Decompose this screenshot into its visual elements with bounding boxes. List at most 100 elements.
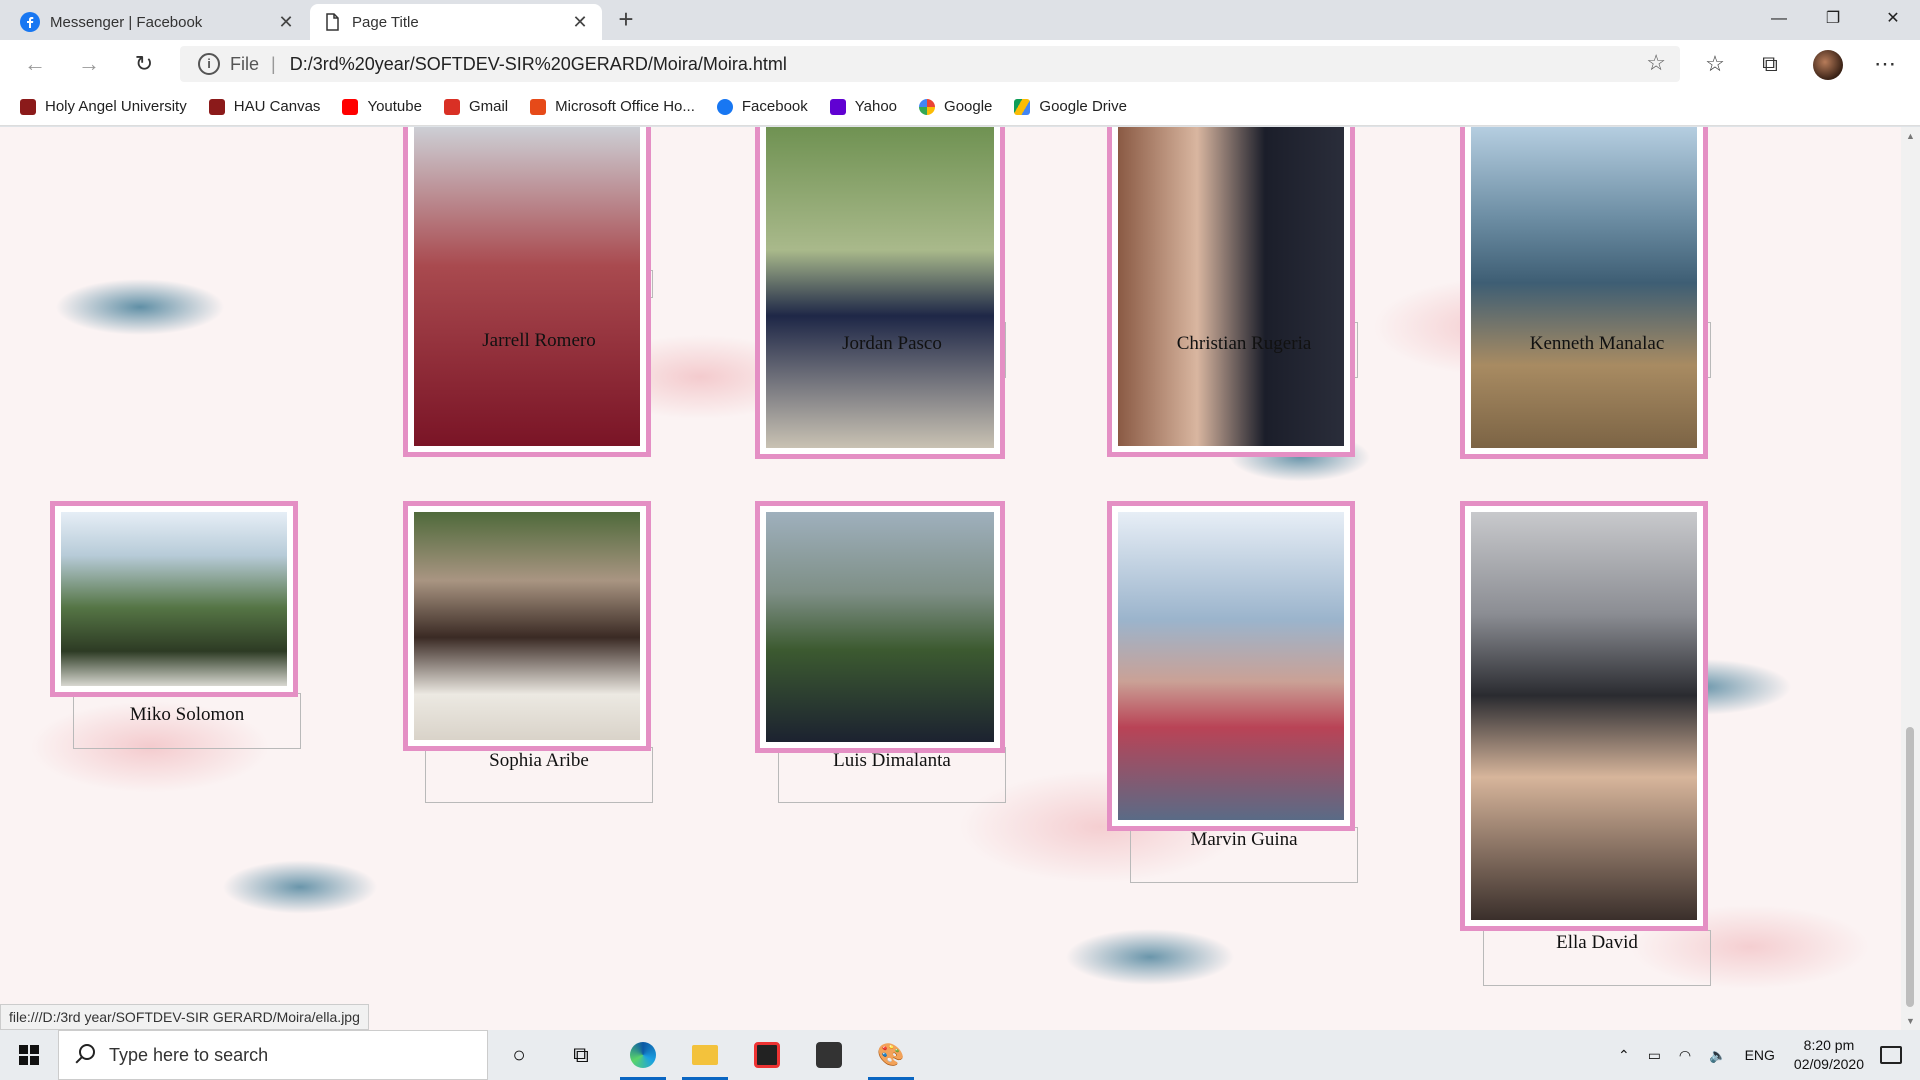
system-tray: ⌃ ▭ ◠ 🔈 ENG 8:20 pm 02/09/2020 <box>1609 1030 1920 1080</box>
google-drive-icon <box>1014 98 1031 115</box>
profile-name: Jarrell Romero <box>482 330 596 351</box>
profile-name: Jordan Pasco <box>842 333 942 354</box>
minimize-button[interactable]: — <box>1752 0 1806 38</box>
notification-icon[interactable] <box>1880 1046 1902 1064</box>
wifi-icon[interactable]: ◠ <box>1679 1047 1691 1064</box>
bookmark-label: Youtube <box>367 98 422 115</box>
task-view-icon[interactable]: ⧉ <box>550 1030 612 1080</box>
bookmark-google-drive[interactable]: Google Drive <box>1014 98 1127 115</box>
paint-icon[interactable]: 🎨 <box>860 1030 922 1080</box>
profile-photo[interactable] <box>50 501 298 697</box>
facebook-icon <box>20 12 40 32</box>
youtube-icon <box>342 98 359 115</box>
tab-strip: Messenger | Facebook ✕ Page Title ✕ + — … <box>0 0 1920 40</box>
profile-name: Luis Dimalanta <box>833 750 951 771</box>
app-icon[interactable] <box>798 1030 860 1080</box>
bookmark-yahoo[interactable]: Yahoo <box>829 98 898 115</box>
bookmark-label: Google <box>944 98 993 115</box>
search-placeholder: Type here to search <box>109 1044 269 1065</box>
start-button[interactable] <box>0 1030 58 1080</box>
profile-name: Sophia Aribe <box>489 750 589 771</box>
status-url: file:///D:/3rd year/SOFTDEV-SIR GERARD/M… <box>0 1004 369 1030</box>
battery-icon[interactable]: ▭ <box>1648 1047 1661 1064</box>
profile-name: Kenneth Manalac <box>1529 333 1665 354</box>
tab-label: Page Title <box>352 13 419 31</box>
tab-page-title[interactable]: Page Title ✕ <box>310 4 602 40</box>
profile-name: Marvin Guina <box>1190 829 1298 850</box>
bookmark-label: Yahoo <box>854 98 898 115</box>
info-icon[interactable]: i <box>198 53 220 75</box>
profile-photo[interactable] <box>403 127 651 457</box>
star-icon[interactable]: ☆ <box>1646 50 1666 76</box>
scroll-up-icon[interactable]: ▲ <box>1901 131 1920 141</box>
profile-photo[interactable] <box>403 501 651 751</box>
new-tab-button[interactable]: + <box>612 6 640 34</box>
file-explorer-icon[interactable] <box>674 1030 736 1080</box>
facebook-icon <box>716 98 733 115</box>
hau-icon <box>20 98 36 115</box>
taskbar-search[interactable]: Type here to search <box>58 1030 488 1080</box>
profile-name: Miko Solomon <box>129 704 245 725</box>
profile-photo[interactable] <box>755 127 1005 459</box>
close-tab-icon[interactable]: ✕ <box>276 12 296 33</box>
tab-messenger[interactable]: Messenger | Facebook ✕ <box>8 4 308 40</box>
language-indicator[interactable]: ENG <box>1745 1047 1775 1063</box>
bookmark-label: Google Drive <box>1039 98 1127 115</box>
clock-date: 02/09/2020 <box>1793 1056 1864 1072</box>
edge-icon[interactable] <box>612 1030 674 1080</box>
app-icon[interactable] <box>736 1030 798 1080</box>
avatar[interactable] <box>1813 50 1843 80</box>
profile-photo[interactable] <box>1460 127 1708 459</box>
address-separator: | <box>271 53 276 74</box>
address-scheme: File <box>230 53 260 74</box>
office-icon <box>530 98 547 115</box>
chevron-up-icon[interactable]: ⌃ <box>1618 1047 1630 1064</box>
page-content: Jarrell Romero Jordan Pasco Christian Ru… <box>0 127 1901 1030</box>
address-bar[interactable]: i File | D:/3rd%20year/SOFTDEV-SIR%20GER… <box>180 46 1680 82</box>
bookmarks-bar: Holy Angel University HAU Canvas Youtube… <box>0 88 1920 126</box>
clock-time: 8:20 pm <box>1803 1037 1855 1053</box>
tab-label: Messenger | Facebook <box>50 13 203 31</box>
bookmark-office[interactable]: Microsoft Office Ho... <box>530 98 695 115</box>
bookmark-hau-canvas[interactable]: HAU Canvas <box>208 98 321 115</box>
bookmark-label: Holy Angel University <box>45 98 187 115</box>
page-icon <box>326 13 339 31</box>
search-icon <box>73 1044 95 1066</box>
yahoo-icon <box>829 98 846 115</box>
cortana-icon[interactable]: ○ <box>488 1030 550 1080</box>
restore-button[interactable]: ❐ <box>1806 0 1860 38</box>
bookmark-holy-angel[interactable]: Holy Angel University <box>20 98 187 115</box>
windows-logo-icon <box>19 1045 39 1065</box>
gmail-icon <box>443 98 460 115</box>
windows-taskbar: Type here to search ○ ⧉ 🎨 ⌃ ▭ ◠ 🔈 ENG 8:… <box>0 1030 1920 1080</box>
collections-icon[interactable]: ⧉ <box>1753 48 1787 80</box>
back-button[interactable]: ← <box>18 48 52 80</box>
forward-button[interactable]: → <box>72 48 106 80</box>
reload-button[interactable]: ↻ <box>127 48 161 80</box>
profile-photo[interactable] <box>755 501 1005 753</box>
vertical-scrollbar[interactable]: ▲ ▼ <box>1901 127 1920 1030</box>
profile-name: Ella David <box>1556 932 1638 953</box>
bookmark-label: HAU Canvas <box>233 98 321 115</box>
close-window-button[interactable]: ✕ <box>1866 0 1920 38</box>
google-icon <box>919 98 936 115</box>
browser-toolbar: ← → ↻ i File | D:/3rd%20year/SOFTDEV-SIR… <box>0 40 1920 88</box>
bookmark-google[interactable]: Google <box>919 98 992 115</box>
volume-icon[interactable]: 🔈 <box>1709 1047 1726 1064</box>
scroll-thumb[interactable] <box>1906 727 1914 1007</box>
profile-name: Christian Rugeria <box>1176 333 1312 354</box>
profile-photo[interactable] <box>1107 127 1355 457</box>
scroll-down-icon[interactable]: ▼ <box>1901 1016 1920 1026</box>
more-menu-icon[interactable]: ⋯ <box>1868 48 1902 80</box>
bookmark-youtube[interactable]: Youtube <box>342 98 422 115</box>
bookmark-gmail[interactable]: Gmail <box>443 98 508 115</box>
bookmark-label: Facebook <box>741 98 808 115</box>
address-url: D:/3rd%20year/SOFTDEV-SIR%20GERARD/Moira… <box>289 53 787 74</box>
close-tab-icon[interactable]: ✕ <box>570 12 590 33</box>
profile-photo[interactable] <box>1460 501 1708 931</box>
profile-photo[interactable] <box>1107 501 1355 831</box>
clock[interactable]: 8:20 pm 02/09/2020 <box>1794 1036 1864 1074</box>
hau-icon <box>208 98 225 115</box>
bookmark-facebook[interactable]: Facebook <box>716 98 808 115</box>
favorites-icon[interactable]: ☆ <box>1698 48 1732 80</box>
